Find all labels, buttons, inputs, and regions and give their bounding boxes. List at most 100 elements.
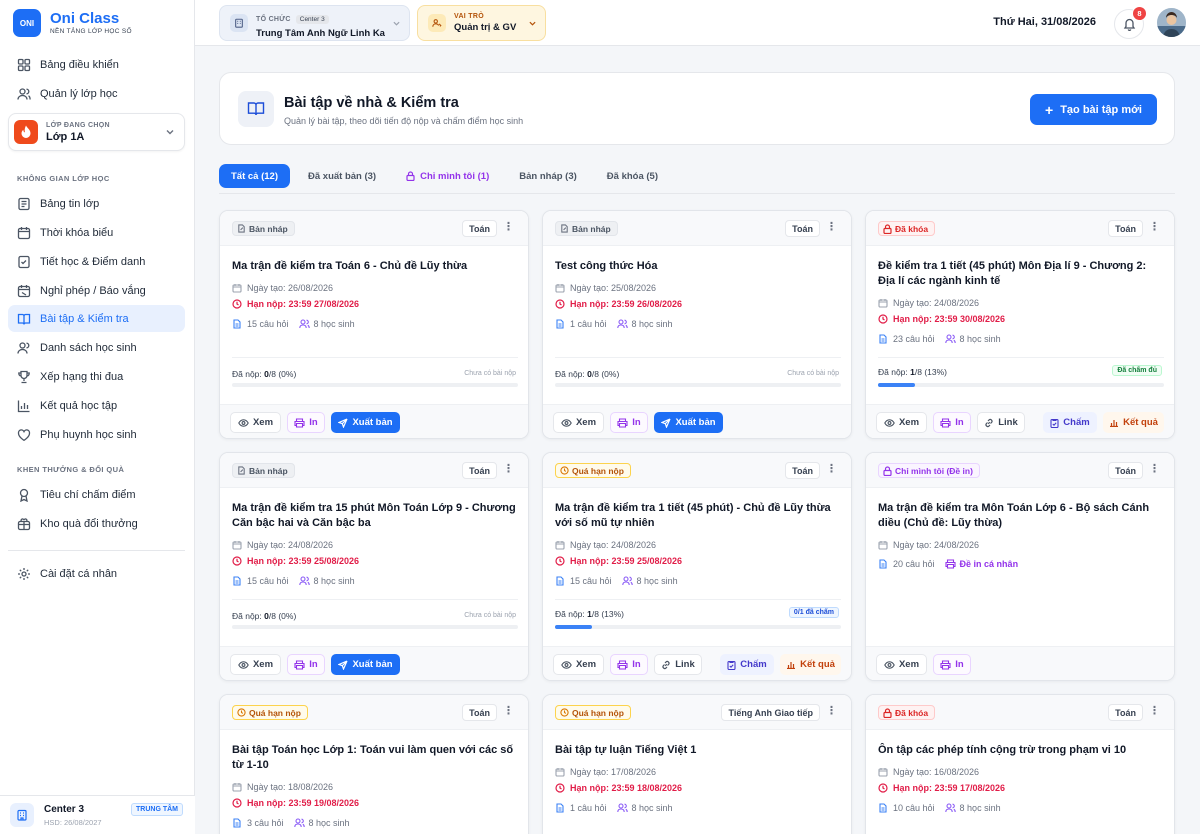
results-button[interactable]: Kết quả bbox=[780, 654, 841, 675]
center-info[interactable]: Center 3 HSD: 26/08/2027 TRUNG TÂM bbox=[0, 795, 195, 834]
user-key-icon bbox=[428, 14, 446, 32]
clipboard-icon bbox=[1050, 418, 1059, 428]
more-options-icon[interactable]: ⋮ bbox=[1149, 464, 1160, 475]
sidebar: ONI Oni Class NỀN TẢNG LỚP HỌC SỐ Bảng đ… bbox=[0, 0, 195, 834]
view-button[interactable]: Xem bbox=[230, 412, 281, 433]
sidebar-item-gifts[interactable]: Kho quà đổi thưởng bbox=[8, 510, 185, 537]
more-options-icon[interactable]: ⋮ bbox=[503, 222, 514, 233]
sidebar-item-students[interactable]: Danh sách học sinh bbox=[8, 334, 185, 361]
card-actions: Xem In Xuất bản bbox=[543, 404, 851, 438]
more-options-icon[interactable]: ⋮ bbox=[826, 222, 837, 233]
tab-drafts[interactable]: Bản nháp (3) bbox=[507, 164, 589, 188]
grade-button[interactable]: Chấm bbox=[720, 654, 774, 675]
sidebar-item-attendance[interactable]: Tiết học & Điểm danh bbox=[8, 248, 185, 275]
assignment-card[interactable]: Bản nháp Toán ⋮ Ma trận đề kiểm tra 15 p… bbox=[219, 452, 529, 681]
tab-published[interactable]: Đã xuất bản (3) bbox=[296, 164, 388, 188]
sidebar-item-class-feed[interactable]: Bảng tin lớp bbox=[8, 190, 185, 217]
subject-tag: Toán bbox=[1108, 704, 1143, 721]
assignment-title[interactable]: Ma trận đề kiểm tra 15 phút Môn Toán Lớp… bbox=[232, 501, 520, 531]
assignment-title[interactable]: Test công thức Hóa bbox=[555, 259, 843, 274]
view-button[interactable]: Xem bbox=[876, 412, 927, 433]
tab-all[interactable]: Tất cả (12) bbox=[219, 164, 290, 188]
assignment-title[interactable]: Bài tập tự luận Tiếng Việt 1 bbox=[555, 743, 843, 758]
deadline-text: Hạn nộp: 23:59 30/08/2026 bbox=[893, 314, 1006, 324]
view-button[interactable]: Xem bbox=[230, 654, 281, 675]
publish-button[interactable]: Xuất bản bbox=[331, 654, 400, 675]
publish-button[interactable]: Xuất bản bbox=[331, 412, 400, 433]
submission-status: Chưa có bài nộp bbox=[464, 612, 516, 619]
role-selector[interactable]: VAI TRÒ Quản trị & GV bbox=[417, 5, 546, 41]
more-options-icon[interactable]: ⋮ bbox=[1149, 706, 1160, 717]
results-button[interactable]: Kết quả bbox=[1103, 412, 1164, 433]
view-button[interactable]: Xem bbox=[876, 654, 927, 675]
clock-icon bbox=[237, 708, 246, 717]
print-button[interactable]: In bbox=[287, 412, 325, 433]
view-button[interactable]: Xem bbox=[553, 412, 604, 433]
question-count: 23 câu hỏi bbox=[893, 334, 935, 344]
avatar[interactable] bbox=[1157, 8, 1186, 37]
tab-locked[interactable]: Đã khóa (5) bbox=[595, 164, 670, 188]
view-button[interactable]: Xem bbox=[553, 654, 604, 675]
assignment-card[interactable]: Bản nháp Toán ⋮ Ma trận đề kiểm tra Toán… bbox=[219, 210, 529, 439]
assignment-card[interactable]: Quá hạn nộp Toán ⋮ Bài tập Toán học Lớp … bbox=[219, 694, 529, 834]
sidebar-item-ranking[interactable]: Xếp hạng thi đua bbox=[8, 363, 185, 390]
sidebar-item-leave[interactable]: Nghỉ phép / Báo vắng bbox=[8, 277, 185, 304]
print-button[interactable]: In bbox=[933, 412, 971, 433]
assignment-title[interactable]: Ma trận đề kiểm tra Môn Toán Lớp 6 - Bộ … bbox=[878, 501, 1166, 531]
assignment-title[interactable]: Ma trận đề kiểm tra 1 tiết (45 phút) - C… bbox=[555, 501, 843, 531]
assignment-title[interactable]: Bài tập Toán học Lớp 1: Toán vui làm que… bbox=[232, 743, 520, 773]
progress-bar bbox=[555, 383, 841, 387]
more-options-icon[interactable]: ⋮ bbox=[503, 706, 514, 717]
publish-label: Xuất bản bbox=[675, 417, 716, 428]
printer-icon bbox=[294, 417, 305, 428]
assignment-card[interactable]: Chỉ mình tôi (Đề in) Toán ⋮ Ma trận đề k… bbox=[865, 452, 1175, 681]
notification-count: 8 bbox=[1132, 6, 1147, 21]
assignment-title[interactable]: Đề kiểm tra 1 tiết (45 phút) Môn Địa lí … bbox=[878, 259, 1166, 289]
create-assignment-button[interactable]: + Tạo bài tập mới bbox=[1030, 94, 1157, 125]
org-selector[interactable]: TỔ CHỨC Center 3 Trung Tâm Anh Ngữ Linh K… bbox=[219, 5, 410, 41]
sidebar-item-timetable[interactable]: Thời khóa biểu bbox=[8, 219, 185, 246]
app-name: Oni Class bbox=[50, 10, 120, 27]
assignment-title[interactable]: Ma trận đề kiểm tra Toán 6 - Chủ đề Lũy … bbox=[232, 259, 520, 274]
status-label: Đã khóa bbox=[895, 707, 929, 718]
publish-button[interactable]: Xuất bản bbox=[654, 412, 723, 433]
created-date: Ngày tạo: 24/08/2026 bbox=[878, 540, 979, 550]
notification-button[interactable]: 8 bbox=[1114, 6, 1147, 39]
section-title-classroom: KHÔNG GIAN LỚP HỌC bbox=[17, 174, 110, 183]
more-options-icon[interactable]: ⋮ bbox=[826, 706, 837, 717]
print-button[interactable]: In bbox=[610, 654, 648, 675]
question-count: 15 câu hỏi bbox=[247, 319, 289, 329]
print-button[interactable]: In bbox=[287, 654, 325, 675]
link-button[interactable]: Link bbox=[654, 654, 702, 675]
assignment-card[interactable]: Quá hạn nộp Toán ⋮ Ma trận đề kiểm tra 1… bbox=[542, 452, 852, 681]
sidebar-item-parents[interactable]: Phụ huynh học sinh bbox=[8, 421, 185, 448]
assignment-card[interactable]: Quá hạn nộp Tiếng Anh Giao tiếp ⋮ Bài tậ… bbox=[542, 694, 852, 834]
link-button[interactable]: Link bbox=[977, 412, 1025, 433]
class-selector[interactable]: LỚP ĐANG CHỌN Lớp 1A bbox=[8, 113, 185, 151]
sidebar-item-dashboard[interactable]: Bảng điều khiển bbox=[8, 51, 185, 78]
grade-button[interactable]: Chấm bbox=[1043, 412, 1097, 433]
assignment-card[interactable]: Đã khóa Toán ⋮ Đề kiểm tra 1 tiết (45 ph… bbox=[865, 210, 1175, 439]
print-button[interactable]: In bbox=[933, 654, 971, 675]
sidebar-item-settings[interactable]: Cài đặt cá nhân bbox=[8, 560, 185, 587]
more-options-icon[interactable]: ⋮ bbox=[826, 464, 837, 475]
news-icon bbox=[18, 197, 30, 210]
app-logo[interactable]: ONI Oni Class NỀN TẢNG LỚP HỌC SỐ bbox=[13, 9, 132, 37]
sidebar-item-label: Kho quà đổi thưởng bbox=[40, 517, 138, 530]
assignment-card[interactable]: Đã khóa Toán ⋮ Ôn tập các phép tính cộng… bbox=[865, 694, 1175, 834]
document-icon bbox=[233, 319, 241, 329]
print-button[interactable]: In bbox=[610, 412, 648, 433]
assignment-card[interactable]: Bản nháp Toán ⋮ Test công thức Hóa Ngày … bbox=[542, 210, 852, 439]
assignment-title[interactable]: Ôn tập các phép tính cộng trừ trong phạm… bbox=[878, 743, 1166, 758]
tab-private[interactable]: Chỉ mình tôi (1) bbox=[394, 164, 501, 188]
more-options-icon[interactable]: ⋮ bbox=[503, 464, 514, 475]
progress-bar-fill bbox=[878, 383, 916, 387]
status-badge: Bản nháp bbox=[232, 463, 295, 478]
sidebar-item-class-management[interactable]: Quản lý lớp học bbox=[8, 80, 185, 107]
calendar-icon bbox=[878, 299, 888, 308]
more-options-icon[interactable]: ⋮ bbox=[1149, 222, 1160, 233]
sidebar-item-criteria[interactable]: Tiêu chí chấm điểm bbox=[8, 481, 185, 508]
users-icon bbox=[944, 803, 956, 813]
sidebar-item-results[interactable]: Kết quả học tập bbox=[8, 392, 185, 419]
sidebar-item-assignments[interactable]: Bài tập & Kiểm tra bbox=[8, 305, 185, 332]
